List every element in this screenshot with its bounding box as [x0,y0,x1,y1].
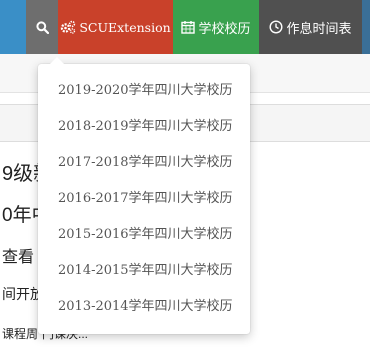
search-button[interactable] [26,0,58,54]
school-calendar-menu[interactable]: 学校校历 [173,0,259,54]
school-calendar-label: 学校校历 [198,20,251,36]
calendar-icon [181,20,196,34]
calendar-item-2013-2014[interactable]: 2013-2014学年四川大学校历 [38,292,250,322]
school-calendar-dropdown: 2019-2020学年四川大学校历 2018-2019学年四川大学校历 2017… [38,57,250,334]
top-navbar: SCUExtension 学校校历 作息时间表 [0,0,370,54]
calendar-item-2018-2019[interactable]: 2018-2019学年四川大学校历 [38,112,250,142]
search-icon [35,20,49,34]
clock-icon [269,20,283,34]
scu-extension-menu[interactable]: SCUExtension [58,0,173,54]
calendar-item-2016-2017[interactable]: 2016-2017学年四川大学校历 [38,184,250,214]
calendar-item-2015-2016[interactable]: 2015-2016学年四川大学校历 [38,220,250,250]
nav-brand-edge[interactable] [0,0,26,54]
gears-icon [60,20,76,34]
nav-overflow-edge[interactable] [362,0,370,54]
calendar-item-2019-2020[interactable]: 2019-2020学年四川大学校历 [38,76,250,106]
scu-extension-label: SCUExtension [79,19,171,35]
schedule-menu[interactable]: 作息时间表 [259,0,362,54]
schedule-label: 作息时间表 [286,20,352,36]
calendar-item-2017-2018[interactable]: 2017-2018学年四川大学校历 [38,148,250,178]
calendar-item-2014-2015[interactable]: 2014-2015学年四川大学校历 [38,256,250,286]
